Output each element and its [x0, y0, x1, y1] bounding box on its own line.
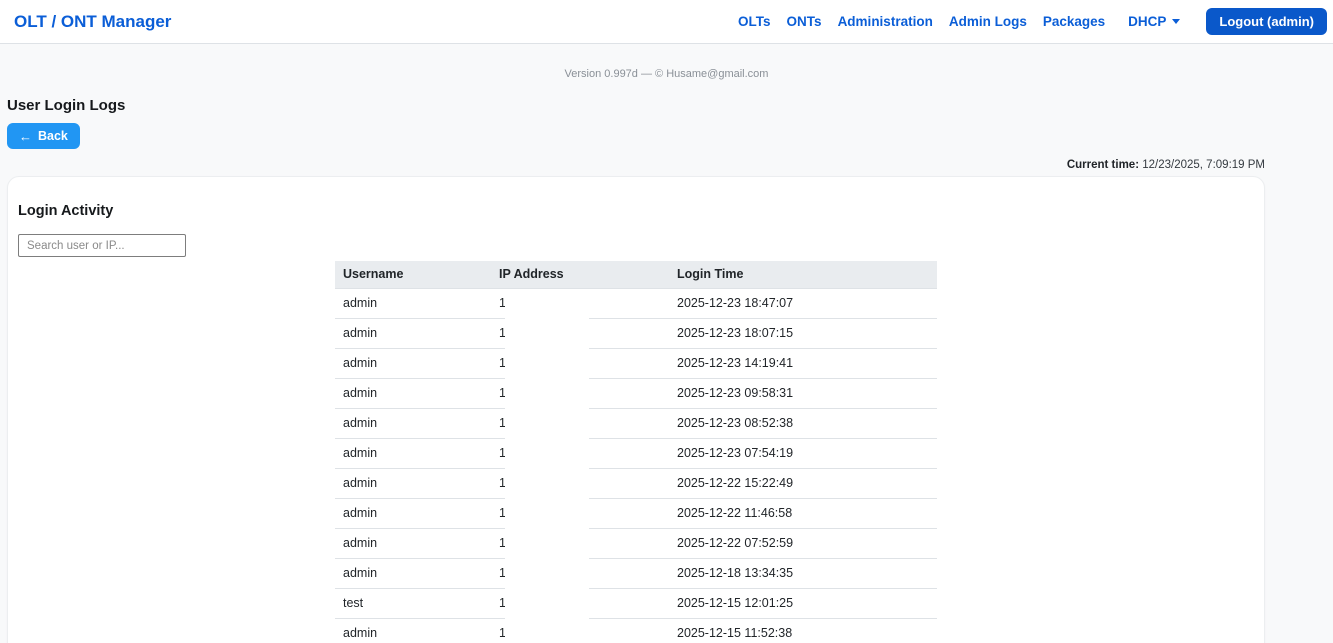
table-row: admin102025-12-23 07:54:19: [335, 439, 937, 469]
cell-login-time: 2025-12-23 09:58:31: [669, 379, 937, 409]
cell-username: admin: [335, 319, 491, 349]
column-header-ip-address: IP Address: [491, 261, 669, 289]
back-arrow-icon: ←: [19, 130, 32, 143]
nav-link-dhcp[interactable]: DHCP: [1128, 14, 1180, 29]
search-input[interactable]: [18, 234, 186, 257]
table-header-row: UsernameIP AddressLogin Time: [335, 261, 937, 289]
panel-title: Login Activity: [18, 203, 113, 219]
cell-login-time: 2025-12-23 18:47:07: [669, 289, 937, 319]
chevron-down-icon: [1172, 19, 1180, 24]
table-row: admin102025-12-23 14:19:41: [335, 349, 937, 379]
cell-login-time: 2025-12-23 14:19:41: [669, 349, 937, 379]
table-row: admin102025-12-23 18:07:15: [335, 319, 937, 349]
nav-links: OLTs ONTs Administration Admin Logs Packages…: [738, 14, 1180, 29]
cell-login-time: 2025-12-23 07:54:19: [669, 439, 937, 469]
table-row: admin102025-12-23 18:47:07: [335, 289, 937, 319]
nav-link-onts[interactable]: ONTs: [787, 14, 822, 29]
cell-username: admin: [335, 559, 491, 589]
cell-username: admin: [335, 289, 491, 319]
table-row: test102025-12-15 12:01:25: [335, 589, 937, 619]
table-row: admin102025-12-15 11:52:38: [335, 619, 937, 643]
version-line: Version 0.997d — © Husame@gmail.com: [0, 68, 1333, 80]
table-row: admin102025-12-18 13:34:35: [335, 559, 937, 589]
cell-username: admin: [335, 499, 491, 529]
cell-login-time: 2025-12-22 07:52:59: [669, 529, 937, 559]
cell-login-time: 2025-12-15 12:01:25: [669, 589, 937, 619]
current-time-label: Current time:: [1067, 159, 1139, 171]
cell-login-time: 2025-12-22 15:22:49: [669, 469, 937, 499]
login-activity-card: Login Activity UsernameIP AddressLogin T…: [7, 176, 1265, 643]
table-body: admin102025-12-23 18:47:07admin102025-12…: [335, 289, 937, 643]
cell-username: test: [335, 589, 491, 619]
nav-link-packages[interactable]: Packages: [1043, 14, 1105, 29]
navbar: OLT / ONT Manager OLTs ONTs Administration…: [0, 0, 1333, 44]
cell-username: admin: [335, 409, 491, 439]
cell-login-time: 2025-12-22 11:46:58: [669, 499, 937, 529]
cell-login-time: 2025-12-23 18:07:15: [669, 319, 937, 349]
login-table-wrap: UsernameIP AddressLogin Time admin102025…: [335, 261, 937, 643]
cell-username: admin: [335, 619, 491, 643]
nav-link-admin-logs[interactable]: Admin Logs: [949, 14, 1027, 29]
table-row: admin102025-12-22 07:52:59: [335, 529, 937, 559]
ip-redaction-overlay: [505, 290, 589, 643]
table-row: admin102025-12-22 15:22:49: [335, 469, 937, 499]
cell-username: admin: [335, 349, 491, 379]
back-button[interactable]: ← Back: [7, 123, 80, 149]
cell-username: admin: [335, 439, 491, 469]
back-button-label: Back: [38, 129, 68, 143]
cell-login-time: 2025-12-18 13:34:35: [669, 559, 937, 589]
current-time-value: 12/23/2025, 7:09:19 PM: [1142, 159, 1265, 171]
cell-username: admin: [335, 469, 491, 499]
table-row: admin102025-12-23 08:52:38: [335, 409, 937, 439]
cell-login-time: 2025-12-15 11:52:38: [669, 619, 937, 643]
column-header-login-time: Login Time: [669, 261, 937, 289]
table-row: admin102025-12-23 09:58:31: [335, 379, 937, 409]
cell-username: admin: [335, 529, 491, 559]
cell-login-time: 2025-12-23 08:52:38: [669, 409, 937, 439]
logout-button[interactable]: Logout (admin): [1206, 8, 1327, 35]
nav-link-administration[interactable]: Administration: [838, 14, 933, 29]
page-title: User Login Logs: [7, 97, 125, 114]
brand-title[interactable]: OLT / ONT Manager: [14, 12, 171, 32]
column-header-username: Username: [335, 261, 491, 289]
login-table: UsernameIP AddressLogin Time admin102025…: [335, 261, 937, 643]
table-row: admin102025-12-22 11:46:58: [335, 499, 937, 529]
nav-link-olts[interactable]: OLTs: [738, 14, 771, 29]
current-time: Current time: 12/23/2025, 7:09:19 PM: [0, 159, 1265, 171]
cell-username: admin: [335, 379, 491, 409]
